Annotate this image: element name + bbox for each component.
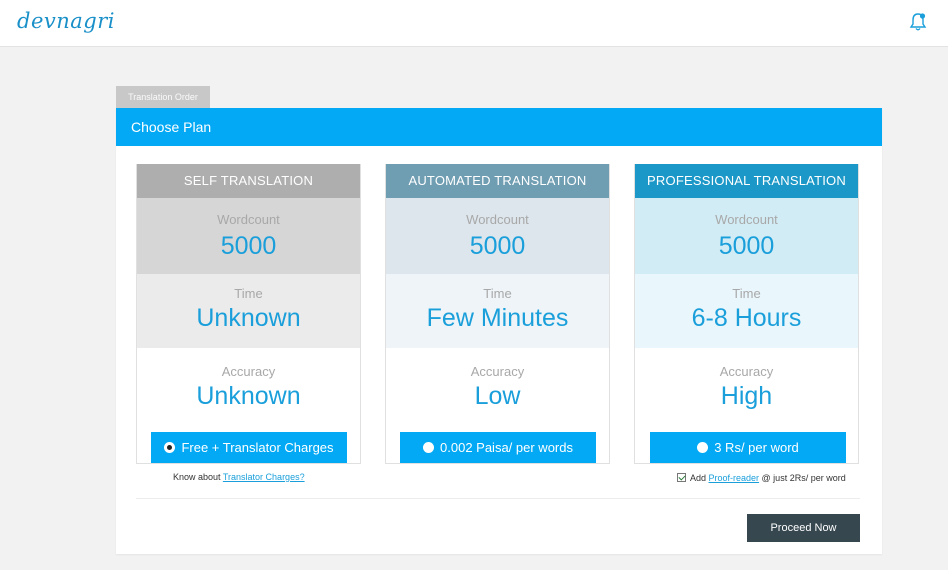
time-label: Time (732, 286, 761, 301)
note-text: @ just 2Rs/ per word (759, 473, 846, 483)
plan-self-translation[interactable]: SELF TRANSLATION Wordcount 5000 Time Unk… (136, 164, 361, 464)
time-label: Time (234, 286, 263, 301)
plan-option-automated-radio[interactable]: 0.002 Paisa/ per words (400, 432, 596, 463)
time-row: Time Unknown (137, 274, 360, 348)
choose-plan-card: Choose Plan SELF TRANSLATION Wordcount 5… (116, 108, 882, 554)
translator-charges-link[interactable]: Translator Charges? (223, 472, 305, 482)
proof-reader-link[interactable]: Proof-reader (709, 473, 760, 483)
wordcount-label: Wordcount (715, 212, 778, 227)
tab-translation-order[interactable]: Translation Order (116, 86, 210, 108)
note-text: Know about (173, 472, 223, 482)
time-label: Time (483, 286, 512, 301)
time-row: Time Few Minutes (386, 274, 609, 348)
wordcount-value: 5000 (469, 232, 526, 260)
price-label: 3 Rs/ per word (714, 440, 799, 455)
accuracy-label: Accuracy (719, 364, 774, 379)
proceed-now-button[interactable]: Proceed Now (747, 514, 860, 542)
plan-title: PROFESSIONAL TRANSLATION (635, 164, 858, 198)
accuracy-label: Accuracy (470, 364, 525, 379)
time-value: Few Minutes (426, 304, 569, 332)
plan-option-professional-radio[interactable]: 3 Rs/ per word (650, 432, 846, 463)
proof-reader-checkbox[interactable] (677, 473, 686, 482)
accuracy-value: Unknown (196, 382, 301, 410)
price-label: 0.002 Paisa/ per words (440, 440, 573, 455)
accuracy-label: Accuracy (221, 364, 276, 379)
radio-icon[interactable] (697, 442, 709, 453)
time-row: Time 6-8 Hours (635, 274, 858, 348)
devnagri-logo[interactable]: devnagri (17, 9, 115, 33)
radio-selected-icon[interactable] (164, 442, 176, 453)
note-text: Add (690, 473, 709, 483)
proof-reader-option: Add Proof-reader @ just 2Rs/ per word (677, 473, 846, 483)
card-title: Choose Plan (116, 108, 882, 146)
wordcount-label: Wordcount (217, 212, 280, 227)
time-value: 6-8 Hours (691, 304, 802, 332)
top-bar: devnagri (0, 0, 948, 47)
time-value: Unknown (196, 304, 301, 332)
accuracy-value: Low (474, 382, 521, 410)
plan-option-self-radio[interactable]: Free + Translator Charges (151, 432, 347, 463)
wordcount-label: Wordcount (466, 212, 529, 227)
plan-automated-translation[interactable]: AUTOMATED TRANSLATION Wordcount 5000 Tim… (385, 164, 610, 464)
wordcount-row: Wordcount 5000 (635, 198, 858, 274)
radio-icon[interactable] (423, 442, 435, 453)
translator-charges-note: Know about Translator Charges? (173, 472, 305, 482)
wordcount-value: 5000 (718, 232, 775, 260)
plan-title: SELF TRANSLATION (137, 164, 360, 198)
plan-title: AUTOMATED TRANSLATION (386, 164, 609, 198)
wordcount-value: 5000 (220, 232, 277, 260)
wordcount-row: Wordcount 5000 (137, 198, 360, 274)
divider (136, 498, 860, 499)
wordcount-row: Wordcount 5000 (386, 198, 609, 274)
plan-professional-translation[interactable]: PROFESSIONAL TRANSLATION Wordcount 5000 … (634, 164, 859, 464)
accuracy-value: High (720, 382, 773, 410)
price-label: Free + Translator Charges (181, 440, 334, 455)
bell-icon[interactable] (908, 11, 928, 33)
